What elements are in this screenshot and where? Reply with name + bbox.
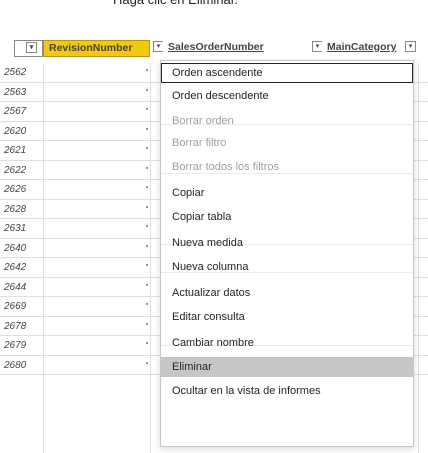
cell-marker — [146, 322, 148, 325]
menu-item-orden-descendente[interactable]: Orden descendente — [161, 86, 413, 106]
cell-marker — [146, 283, 148, 286]
menu-item-borrar-todos-los-filtros[interactable]: Borrar todos los filtros — [161, 157, 413, 177]
cell-marker — [146, 127, 148, 130]
cell-marker — [146, 69, 148, 71]
row-id: 2626 — [4, 184, 27, 195]
column-header-label: RevisionNumber — [49, 42, 133, 54]
row-header-dropdown[interactable]: ▾ — [14, 40, 43, 57]
menu-item-editar-consulta[interactable]: Editar consulta — [161, 307, 413, 327]
row-id: 2622 — [4, 164, 27, 176]
menu-item-copiar[interactable]: Copiar — [161, 183, 413, 203]
row-id: 2679 — [4, 340, 27, 351]
menu-item-orden-ascendente[interactable]: Orden ascendente — [161, 63, 413, 83]
cell-marker — [146, 264, 148, 266]
cell-marker — [146, 361, 148, 364]
row-id: 2680 — [4, 359, 27, 371]
column-header-revisionnumber[interactable]: RevisionNumber — [43, 40, 150, 57]
menu-item-cambiar-nombre[interactable]: Cambiar nombre — [161, 333, 413, 353]
column-header-maincategory[interactable]: MainCategory — [322, 40, 414, 57]
menu-item-ocultar-en-la-vista-de-informes[interactable]: Ocultar en la vista de informes — [161, 381, 413, 401]
row-id: 2562 — [4, 67, 27, 78]
row-id: 2628 — [4, 203, 27, 215]
row-id: 2642 — [4, 262, 27, 273]
column-header-label: SalesOrderNumber — [168, 41, 264, 53]
cell-marker — [146, 205, 148, 208]
cell-marker — [146, 108, 148, 110]
menu-item-borrar-orden[interactable]: Borrar orden — [161, 111, 413, 131]
row-id: 2678 — [4, 320, 27, 332]
column-header-salesordernumber[interactable]: SalesOrderNumber — [163, 40, 315, 57]
chevron-down-icon[interactable]: ▾ — [26, 42, 37, 53]
row-id: 2563 — [4, 86, 27, 98]
menu-item-actualizar-datos[interactable]: Actualizar datos — [161, 283, 413, 303]
cell-marker — [146, 166, 148, 169]
context-menu: Orden ascendente Orden descendente Borrar … — [160, 60, 414, 447]
row-id: 2644 — [4, 281, 27, 293]
menu-item-nueva-columna[interactable]: Nueva columna — [161, 257, 413, 277]
menu-item-borrar-filtro[interactable]: Borrar filtro — [161, 133, 413, 153]
cell-marker — [146, 147, 148, 149]
column-header-label: MainCategory — [327, 41, 397, 53]
row-id: 2620 — [4, 125, 27, 137]
cell-marker — [146, 342, 148, 344]
cell-marker — [146, 186, 148, 188]
menu-item-copiar-tabla[interactable]: Copiar tabla — [161, 207, 413, 227]
chevron-down-icon[interactable]: ▾ — [405, 41, 416, 52]
row-id: 2631 — [4, 223, 27, 234]
row-id: 2621 — [4, 145, 27, 156]
row-id: 2567 — [4, 106, 27, 117]
instruction-text: Haga clic en Eliminar. — [0, 0, 428, 12]
cell-marker — [146, 88, 148, 91]
cell-marker — [146, 225, 148, 227]
cell-marker — [146, 244, 148, 247]
menu-item-eliminar[interactable]: Eliminar — [161, 357, 413, 377]
row-id: 2669 — [4, 301, 27, 312]
menu-item-nueva-medida[interactable]: Nueva medida — [161, 233, 413, 253]
cell-marker — [146, 303, 148, 305]
row-id: 2640 — [4, 242, 27, 254]
